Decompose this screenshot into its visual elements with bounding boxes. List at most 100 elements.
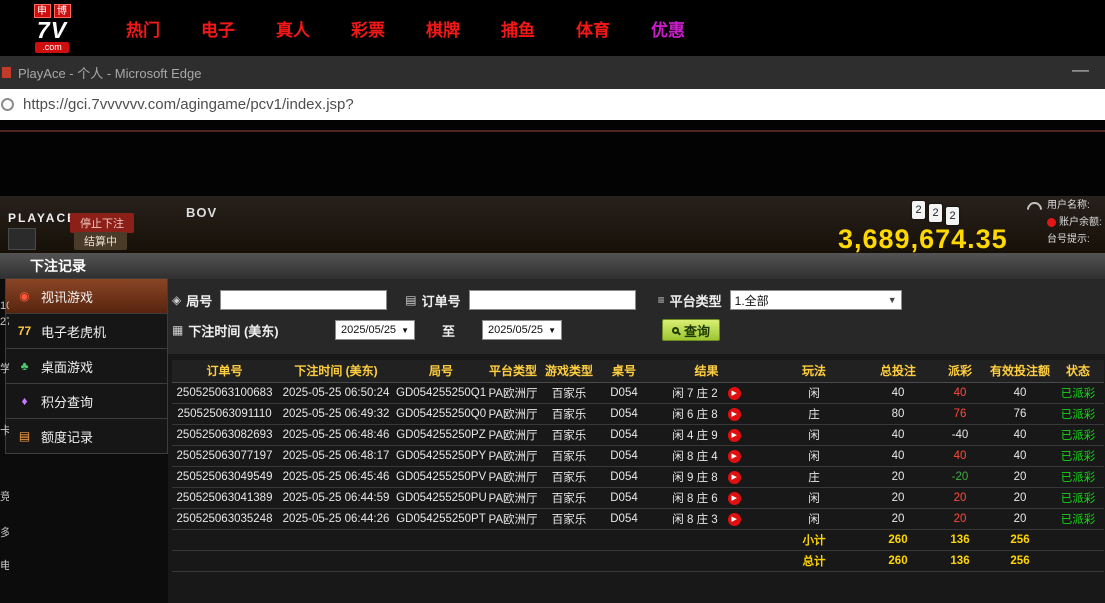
table-games-icon: ♣ xyxy=(17,359,32,373)
status-cell: 已派彩 xyxy=(1052,382,1104,403)
chevron-down-icon: ▼ xyxy=(548,326,556,335)
nav-item-4[interactable]: 棋牌 xyxy=(426,16,460,41)
sidebar-item-0[interactable]: ◉视讯游戏 xyxy=(5,278,168,314)
replay-icon[interactable]: ▶ xyxy=(728,387,741,400)
records-sidebar: ◉视讯游戏 77 电子老虎机 ♣ 桌面游戏 ♦积分查询▤额度记录 xyxy=(5,279,168,454)
payout-cell: 20 xyxy=(932,508,988,529)
playing-card: 2 xyxy=(946,207,959,225)
time-cell: 2025-05-25 06:44:59 xyxy=(277,487,395,508)
order-label-text: 订单号 xyxy=(422,291,461,310)
round-icon: ◈ xyxy=(172,293,181,307)
replay-icon[interactable]: ▶ xyxy=(728,450,741,463)
table-no-cell: D054 xyxy=(599,445,649,466)
time-cell: 2025-05-25 06:45:46 xyxy=(277,466,395,487)
date-from-select[interactable]: 2025/05/25 ▼ xyxy=(335,320,415,340)
sidebar-item-label: 电子老虎机 xyxy=(41,322,106,341)
nav-item-0[interactable]: 热门 xyxy=(126,16,160,41)
game-type-cell: 百家乐 xyxy=(539,424,599,445)
edge-fragment: 学 xyxy=(0,360,9,376)
calendar-icon: ▦ xyxy=(172,323,183,337)
table-row: 2505250630495492025-05-25 06:45:46GD0542… xyxy=(172,466,1104,487)
edge-fragment: 278. xyxy=(0,316,9,328)
slot-machine-icon: 77 xyxy=(17,324,32,338)
replay-icon[interactable]: ▶ xyxy=(728,471,741,484)
round-number-input[interactable] xyxy=(220,290,387,310)
search-button[interactable]: 查询 xyxy=(662,319,720,341)
sidebar-item-2[interactable]: ♣ 桌面游戏 xyxy=(5,348,168,384)
col-header-3: 平台类型 xyxy=(487,360,539,382)
status-cell: 已派彩 xyxy=(1052,445,1104,466)
round-label-text: 局号 xyxy=(186,291,212,310)
logo-char-1: 申 xyxy=(34,4,51,18)
nav-item-6[interactable]: 体育 xyxy=(576,16,610,41)
empty-cell xyxy=(487,550,539,571)
empty-cell xyxy=(277,529,395,550)
order-cell: 250525063049549 xyxy=(172,466,277,487)
play-cell: 闲 xyxy=(764,424,864,445)
url-bar[interactable]: https://gci.7vvvvvv.com/agingame/pcv1/in… xyxy=(0,89,1105,120)
result-text: 闲 8 庄 6 xyxy=(672,493,717,505)
valid-bet-cell: 20 xyxy=(988,508,1052,529)
valid-bet-cell: 76 xyxy=(988,403,1052,424)
sidebar-item-label: 桌面游戏 xyxy=(41,357,93,376)
order-number-input[interactable] xyxy=(469,290,636,310)
empty-cell xyxy=(395,550,487,571)
empty-cell xyxy=(277,550,395,571)
nav-item-1[interactable]: 电子 xyxy=(201,16,235,41)
sidebar-item-4[interactable]: ▤额度记录 xyxy=(5,418,168,454)
empty-cell xyxy=(599,550,649,571)
result-text: 闲 8 庄 3 xyxy=(672,514,717,526)
grand-total-payout: 136 xyxy=(932,550,988,571)
nav-item-3[interactable]: 彩票 xyxy=(351,16,385,41)
game-type-cell: 百家乐 xyxy=(539,403,599,424)
sidebar-item-label: 视讯游戏 xyxy=(41,287,93,306)
empty-cell xyxy=(649,529,764,550)
minimize-button[interactable]: — xyxy=(1072,60,1089,80)
quota-records-icon: ▤ xyxy=(17,429,32,443)
round-cell: GD054255250PZ xyxy=(395,424,487,445)
date-to-value: 2025/05/25 xyxy=(488,324,543,336)
nav-item-7[interactable]: 优惠 xyxy=(651,16,685,41)
user-info-line: 用户名称: xyxy=(1047,197,1105,214)
replay-icon[interactable]: ▶ xyxy=(728,513,741,526)
col-header-4: 游戏类型 xyxy=(539,360,599,382)
playace-logo: PLAYACE xyxy=(8,211,77,225)
nav-item-5[interactable]: 捕鱼 xyxy=(501,16,535,41)
replay-icon[interactable]: ▶ xyxy=(728,492,741,505)
game-type-cell: 百家乐 xyxy=(539,508,599,529)
replay-icon[interactable]: ▶ xyxy=(728,408,741,421)
platform-cell: PA欧洲厅 xyxy=(487,424,539,445)
col-header-8: 总投注 xyxy=(864,360,932,382)
date-to-select[interactable]: 2025/05/25 ▼ xyxy=(482,320,562,340)
round-cell: GD054255250Q0 xyxy=(395,403,487,424)
table-row: 2505250630911102025-05-25 06:49:32GD0542… xyxy=(172,403,1104,424)
nav-item-2[interactable]: 真人 xyxy=(276,16,310,41)
round-number-label: ◈ 局号 xyxy=(172,291,212,310)
stop-betting-badge: 停止下注 xyxy=(70,213,134,233)
table-row: 2505250630826932025-05-25 06:48:46GD0542… xyxy=(172,424,1104,445)
round-cell: GD054255250PY xyxy=(395,445,487,466)
platform-type-select[interactable]: 1.全部 ▼ xyxy=(730,290,902,310)
table-header-row: 订单号下注时间 (美东)局号平台类型游戏类型桌号结果玩法总投注派彩有效投注额状态 xyxy=(172,360,1104,382)
platform-selected-value: 1.全部 xyxy=(735,292,769,309)
table-row: 2505250630413892025-05-25 06:44:59GD0542… xyxy=(172,487,1104,508)
platform-cell: PA欧洲厅 xyxy=(487,508,539,529)
grand-total-total-bet: 260 xyxy=(864,550,932,571)
status-cell: 已派彩 xyxy=(1052,508,1104,529)
to-label: 至 xyxy=(442,321,455,340)
total-bet-cell: 40 xyxy=(864,445,932,466)
url-text[interactable]: https://gci.7vvvvvv.com/agingame/pcv1/in… xyxy=(23,96,354,113)
edge-fragment: 多 xyxy=(0,524,9,540)
grand-total-valid-bet: 256 xyxy=(988,550,1052,571)
valid-bet-cell: 40 xyxy=(988,424,1052,445)
play-cell: 闲 xyxy=(764,487,864,508)
sidebar-item-1[interactable]: 77 电子老虎机 xyxy=(5,313,168,349)
total-bet-cell: 80 xyxy=(864,403,932,424)
site-logo[interactable]: 申 博 7V .com xyxy=(20,4,84,53)
game-type-cell: 百家乐 xyxy=(539,466,599,487)
replay-icon[interactable]: ▶ xyxy=(728,429,741,442)
sidebar-item-3[interactable]: ♦积分查询 xyxy=(5,383,168,419)
play-cell: 庄 xyxy=(764,466,864,487)
table-no-cell: D054 xyxy=(599,466,649,487)
grand-total-label: 总计 xyxy=(764,550,864,571)
